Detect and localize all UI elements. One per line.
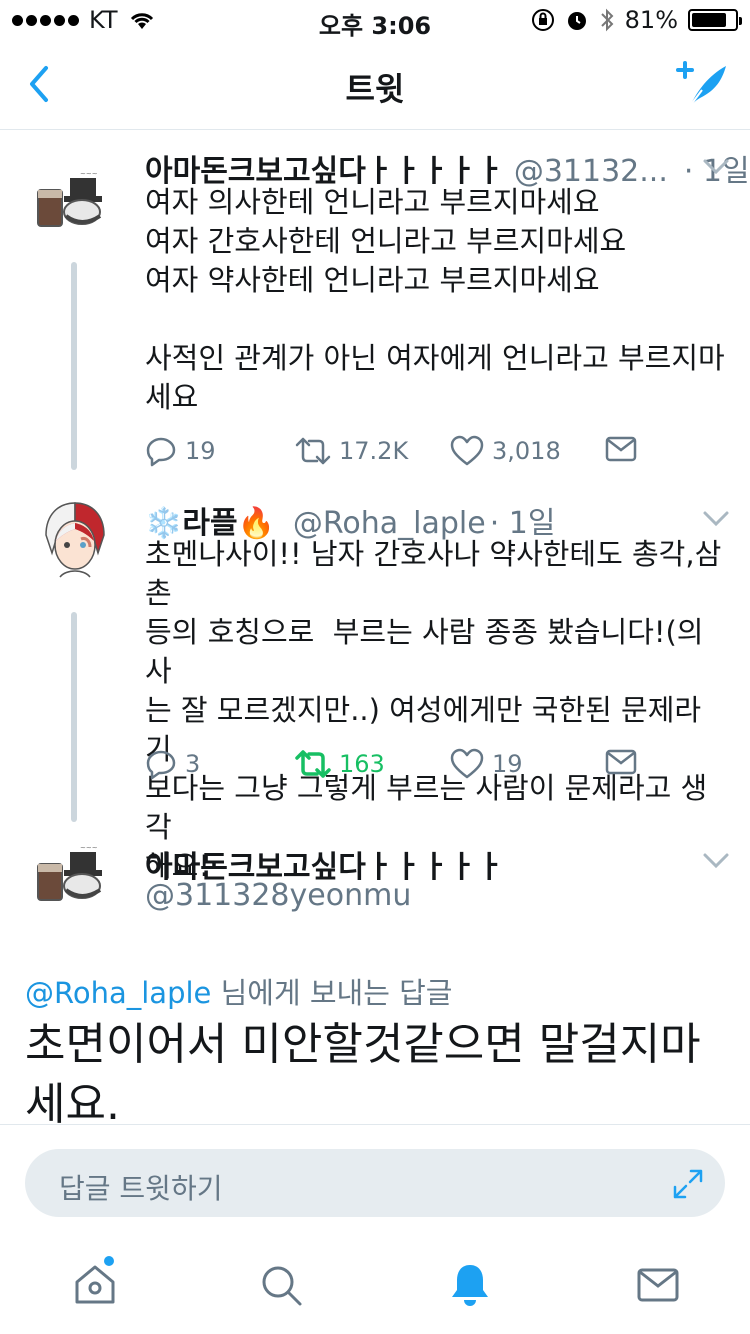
- avatar[interactable]: [30, 495, 120, 585]
- focused-tweet-text: 초면이어서 미안할것같으면 말걸지마세요.: [25, 1019, 701, 1130]
- compose-feather-icon[interactable]: [672, 56, 732, 112]
- home-icon[interactable]: [72, 1262, 118, 1308]
- retweet-icon: [295, 437, 331, 465]
- heart-icon: [450, 435, 484, 466]
- reply-bar: 답글 트윗하기: [0, 1124, 750, 1234]
- like-count: 19: [492, 750, 523, 778]
- notifications-icon[interactable]: [447, 1262, 493, 1308]
- chevron-down-icon[interactable]: [702, 510, 730, 528]
- tweet-actions: 19 17.2K 3,018: [145, 435, 645, 475]
- avatar-illustration: ~~~: [30, 156, 120, 246]
- reply-to-line: @Roha_laple 님에게 보내는 답글: [25, 970, 453, 1012]
- reply-input[interactable]: 답글 트윗하기: [25, 1149, 725, 1217]
- status-bar: KT 오후 3:06 81%: [0, 0, 750, 40]
- reply-icon: [146, 750, 176, 780]
- retweet-count: 17.2K: [339, 437, 409, 465]
- reply-button[interactable]: 3: [145, 748, 200, 780]
- battery-icon: [688, 9, 742, 31]
- chevron-down-icon[interactable]: [702, 852, 730, 870]
- tab-bar: [0, 1234, 750, 1334]
- retweet-button[interactable]: 163: [295, 748, 385, 780]
- like-button[interactable]: 3,018: [450, 435, 561, 467]
- dm-button[interactable]: [605, 435, 637, 463]
- thread-line: [71, 262, 77, 470]
- reply-count: 3: [185, 750, 201, 778]
- svg-text:~~~: ~~~: [80, 844, 98, 852]
- tweet-text: 초멘나사이!! 남자 간호사나 약사한테도 총각,삼촌 등의 호칭으로 부르는 …: [145, 537, 722, 883]
- like-button[interactable]: 19: [450, 748, 523, 780]
- retweet-count: 163: [339, 750, 385, 778]
- avatar-illustration: ~~~: [30, 830, 120, 920]
- chevron-down-icon[interactable]: [702, 158, 730, 176]
- retweet-button[interactable]: 17.2K: [295, 435, 408, 467]
- notification-dot: [104, 1256, 114, 1266]
- reply-placeholder: 답글 트윗하기: [59, 1172, 223, 1205]
- page-title: 트윗: [345, 70, 405, 108]
- svg-text:~~~: ~~~: [80, 170, 98, 178]
- reply-to-suffix: 님에게 보내는 답글: [211, 976, 453, 1010]
- reply-button[interactable]: 19: [145, 435, 216, 467]
- like-count: 3,018: [492, 437, 561, 465]
- heart-icon: [450, 748, 484, 779]
- avatar[interactable]: ~~~: [30, 156, 120, 246]
- nav-bar: 트윗: [0, 40, 750, 130]
- envelope-icon: [605, 436, 637, 462]
- alarm-icon: [567, 12, 586, 30]
- battery-percent: 81%: [624, 6, 678, 34]
- reply-count: 19: [185, 437, 216, 465]
- rotation-lock-icon: [531, 9, 554, 31]
- retweet-icon: [295, 750, 331, 778]
- status-right: 81%: [531, 6, 742, 34]
- dm-button[interactable]: [605, 748, 637, 776]
- search-icon[interactable]: [258, 1262, 304, 1308]
- avatar[interactable]: ~~~: [30, 830, 120, 920]
- expand-icon[interactable]: [671, 1167, 705, 1201]
- bluetooth-icon: [600, 8, 614, 32]
- reply-to-mention[interactable]: @Roha_laple: [25, 976, 211, 1010]
- tweet-text: 여자 의사한테 언니라고 부르지마세요 여자 간호사한테 언니라고 부르지마세요…: [145, 185, 725, 414]
- thread-line: [71, 612, 77, 822]
- reply-icon: [146, 437, 176, 467]
- envelope-icon: [605, 749, 637, 775]
- tweet-actions: 3 163 19: [145, 748, 645, 788]
- author-handle[interactable]: @311328yeonmu: [145, 878, 411, 913]
- messages-icon[interactable]: [635, 1262, 681, 1308]
- avatar-illustration: [30, 495, 120, 585]
